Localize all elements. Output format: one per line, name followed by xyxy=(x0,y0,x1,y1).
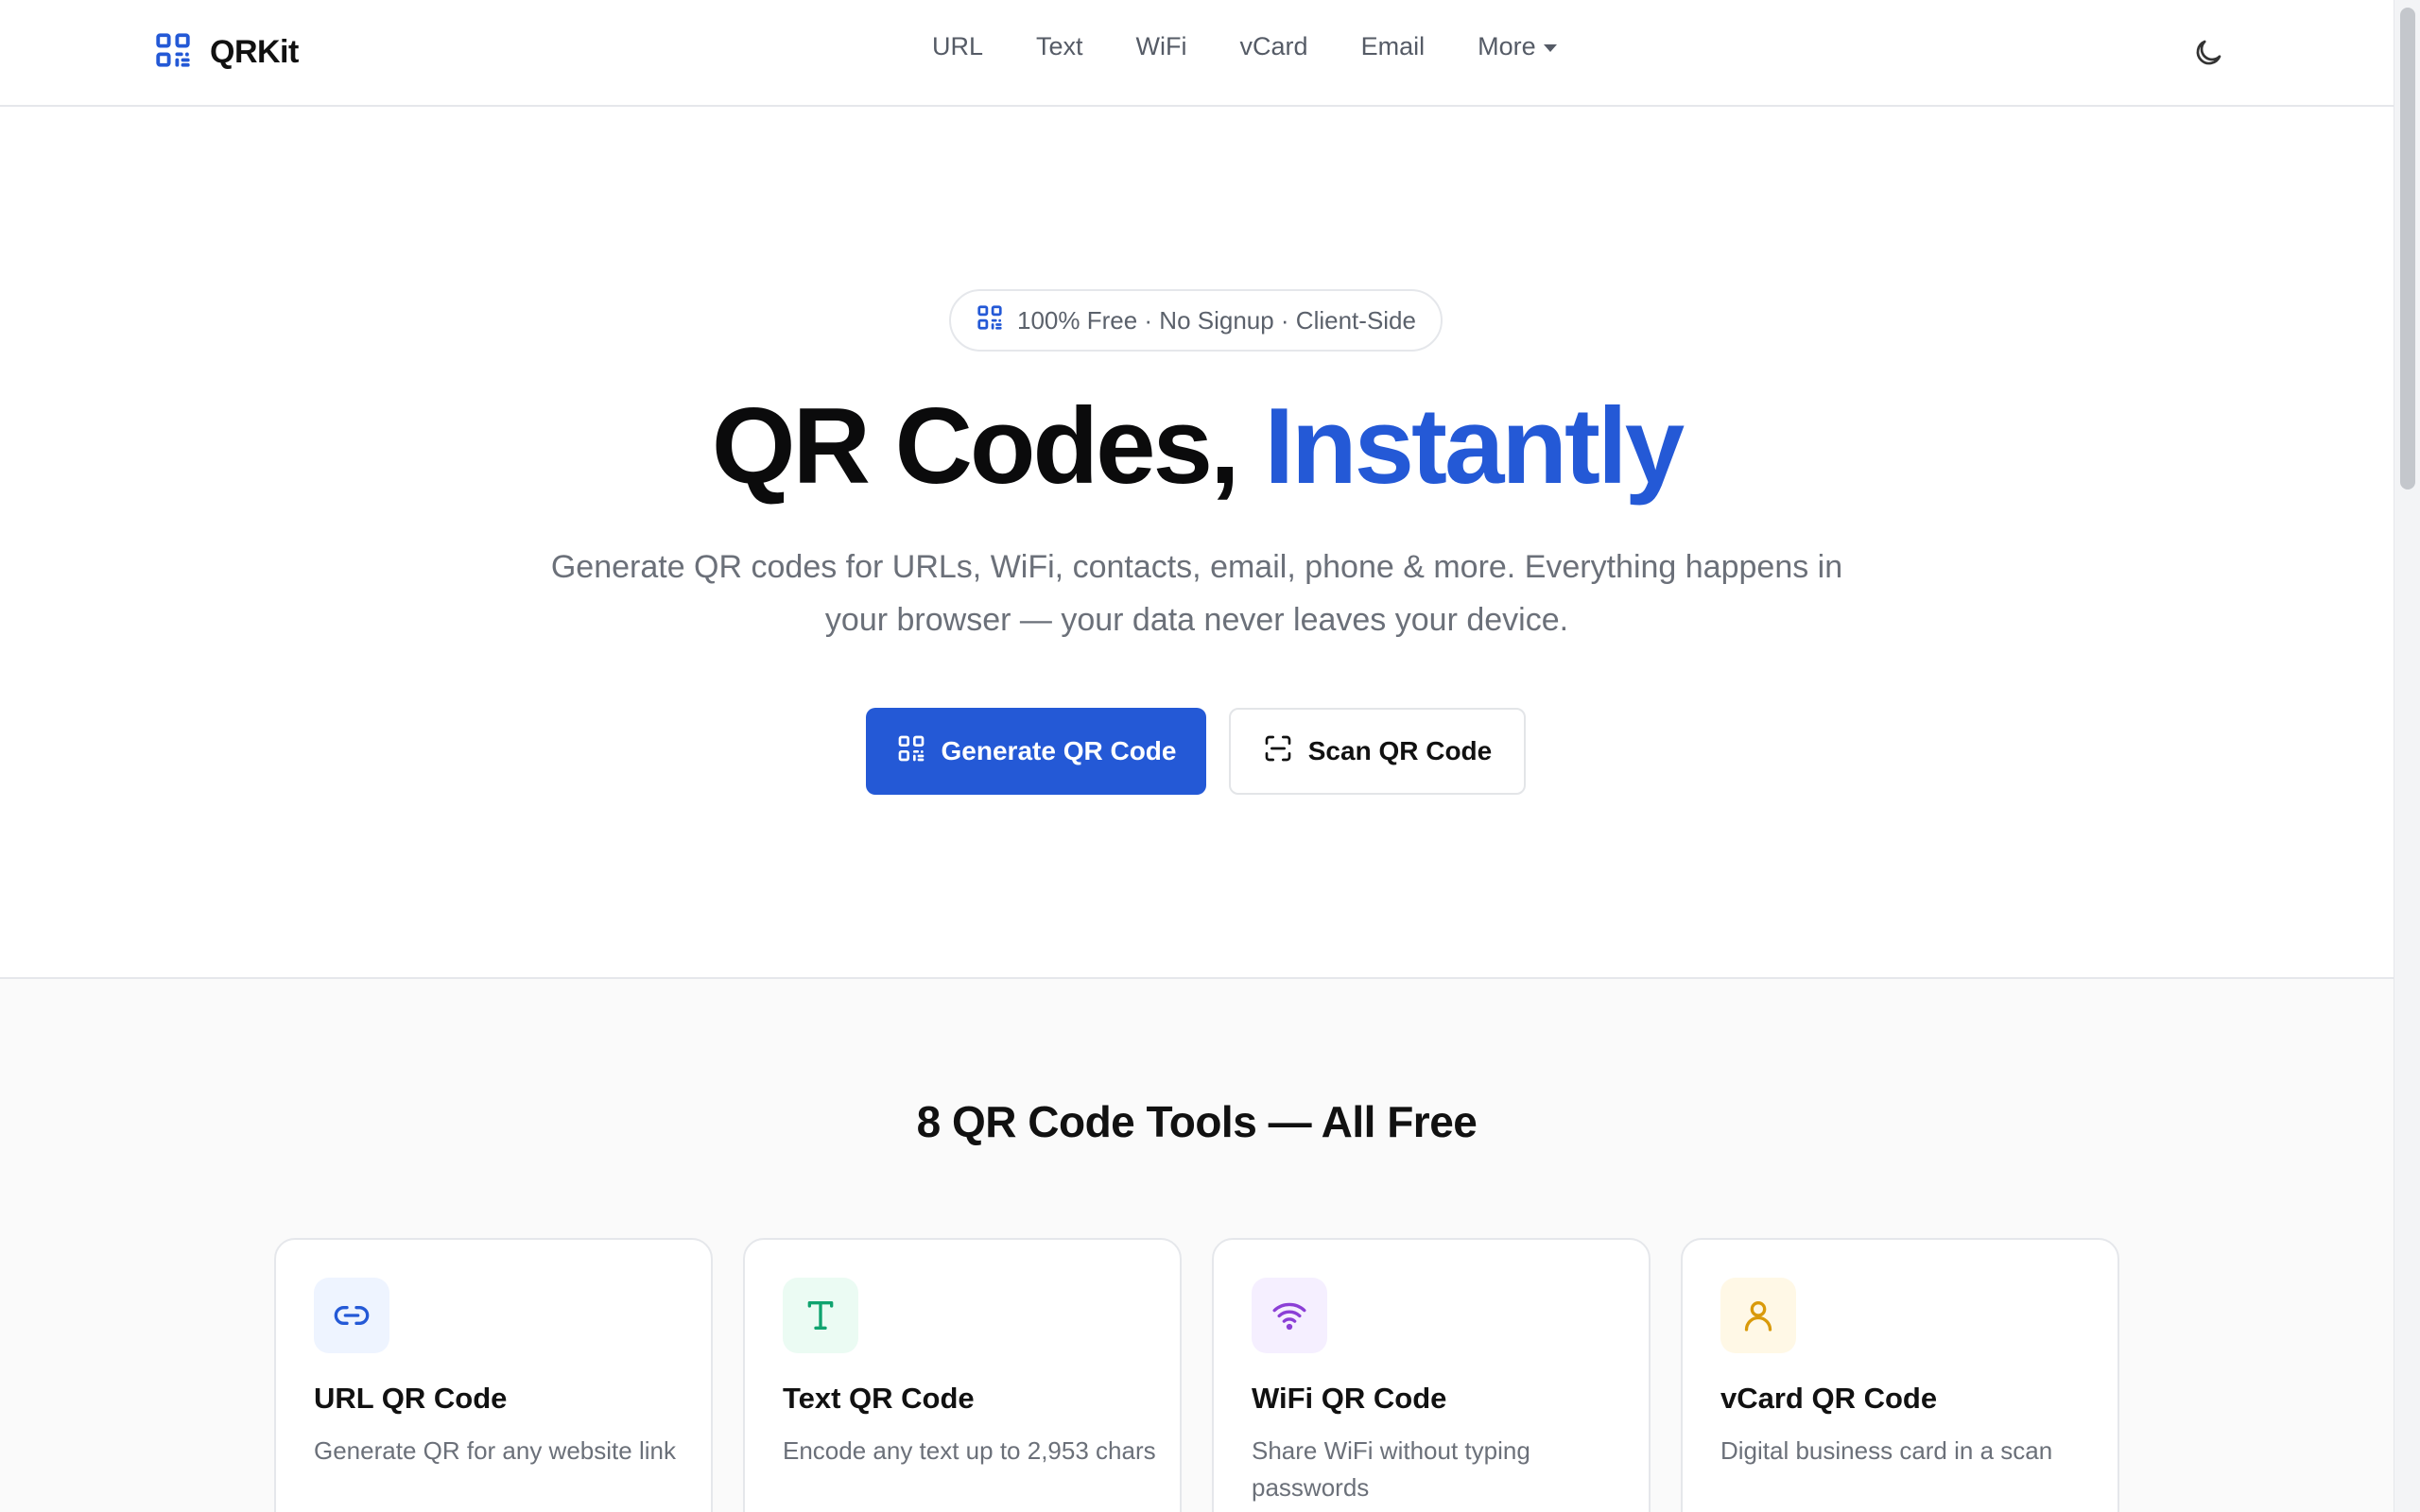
wifi-qr-card[interactable]: WiFi QR Code Share WiFi without typing p… xyxy=(1212,1238,1651,1512)
nav-email[interactable]: Email xyxy=(1361,32,1426,61)
nav-more-dropdown[interactable]: More xyxy=(1478,32,1557,61)
main-nav: URL Text WiFi vCard Email More xyxy=(932,32,1557,61)
theme-toggle-button[interactable] xyxy=(2191,36,2225,70)
scan-icon xyxy=(1263,733,1293,770)
qr-badge-icon xyxy=(976,303,1004,338)
scan-qr-button[interactable]: Scan QR Code xyxy=(1229,708,1526,795)
hero-title-accent: Instantly xyxy=(1264,387,1685,507)
tools-title: 8 QR Code Tools — All Free xyxy=(916,1097,1478,1146)
card-title: WiFi QR Code xyxy=(1252,1382,1447,1415)
top-navbar: QRKit URL Text WiFi vCard Email More xyxy=(0,0,2394,107)
card-description: Encode any text up to 2,953 chars xyxy=(783,1436,1156,1465)
link-icon xyxy=(314,1278,389,1353)
nav-text[interactable]: Text xyxy=(1036,32,1083,61)
caret-down-icon xyxy=(1543,44,1557,52)
hero-title-main: QR Codes, xyxy=(711,387,1240,507)
text-icon xyxy=(783,1278,858,1353)
card-description: Share WiFi without typing passwords xyxy=(1252,1436,1530,1502)
page-scrollbar[interactable] xyxy=(2394,0,2420,1512)
wifi-icon xyxy=(1252,1278,1327,1353)
generate-qr-button[interactable]: Generate QR Code xyxy=(866,708,1206,795)
url-qr-card[interactable]: URL QR Code Generate QR for any website … xyxy=(274,1238,713,1512)
generate-qr-label: Generate QR Code xyxy=(941,736,1177,765)
hero-section: 100% Free · No Signup · Client-Side QR C… xyxy=(0,109,2394,978)
nav-wifi[interactable]: WiFi xyxy=(1136,32,1187,61)
qr-button-icon xyxy=(896,733,926,770)
nav-url[interactable]: URL xyxy=(932,32,983,61)
nav-vcard[interactable]: vCard xyxy=(1240,32,1308,61)
tools-section: 8 QR Code Tools — All Free URL QR Code G… xyxy=(0,977,2394,1512)
card-title: URL QR Code xyxy=(314,1382,508,1415)
vcard-qr-card[interactable]: vCard QR Code Digital business card in a… xyxy=(1681,1238,2119,1512)
badge-text: 100% Free · No Signup · Client-Side xyxy=(1017,305,1416,335)
moon-icon xyxy=(2191,40,2225,74)
qr-logo-icon xyxy=(153,30,193,75)
card-title: vCard QR Code xyxy=(1720,1382,1938,1415)
user-icon xyxy=(1720,1278,1796,1353)
feature-badge: 100% Free · No Signup · Client-Side xyxy=(949,289,1443,352)
card-description: Generate QR for any website link xyxy=(314,1436,676,1465)
logo-text: QRKit xyxy=(210,34,299,70)
nav-more-label: More xyxy=(1478,32,1536,60)
card-title: Text QR Code xyxy=(783,1382,975,1415)
logo[interactable]: QRKit xyxy=(153,30,299,75)
scrollbar-thumb[interactable] xyxy=(2400,8,2415,490)
scan-qr-label: Scan QR Code xyxy=(1307,736,1493,765)
card-description: Digital business card in a scan xyxy=(1720,1436,2053,1465)
text-qr-card[interactable]: Text QR Code Encode any text up to 2,953… xyxy=(743,1238,1182,1512)
hero-title: QR Codes, Instantly xyxy=(0,383,2394,512)
hero-subtitle: Generate QR codes for URLs, WiFi, contac… xyxy=(550,549,1843,638)
